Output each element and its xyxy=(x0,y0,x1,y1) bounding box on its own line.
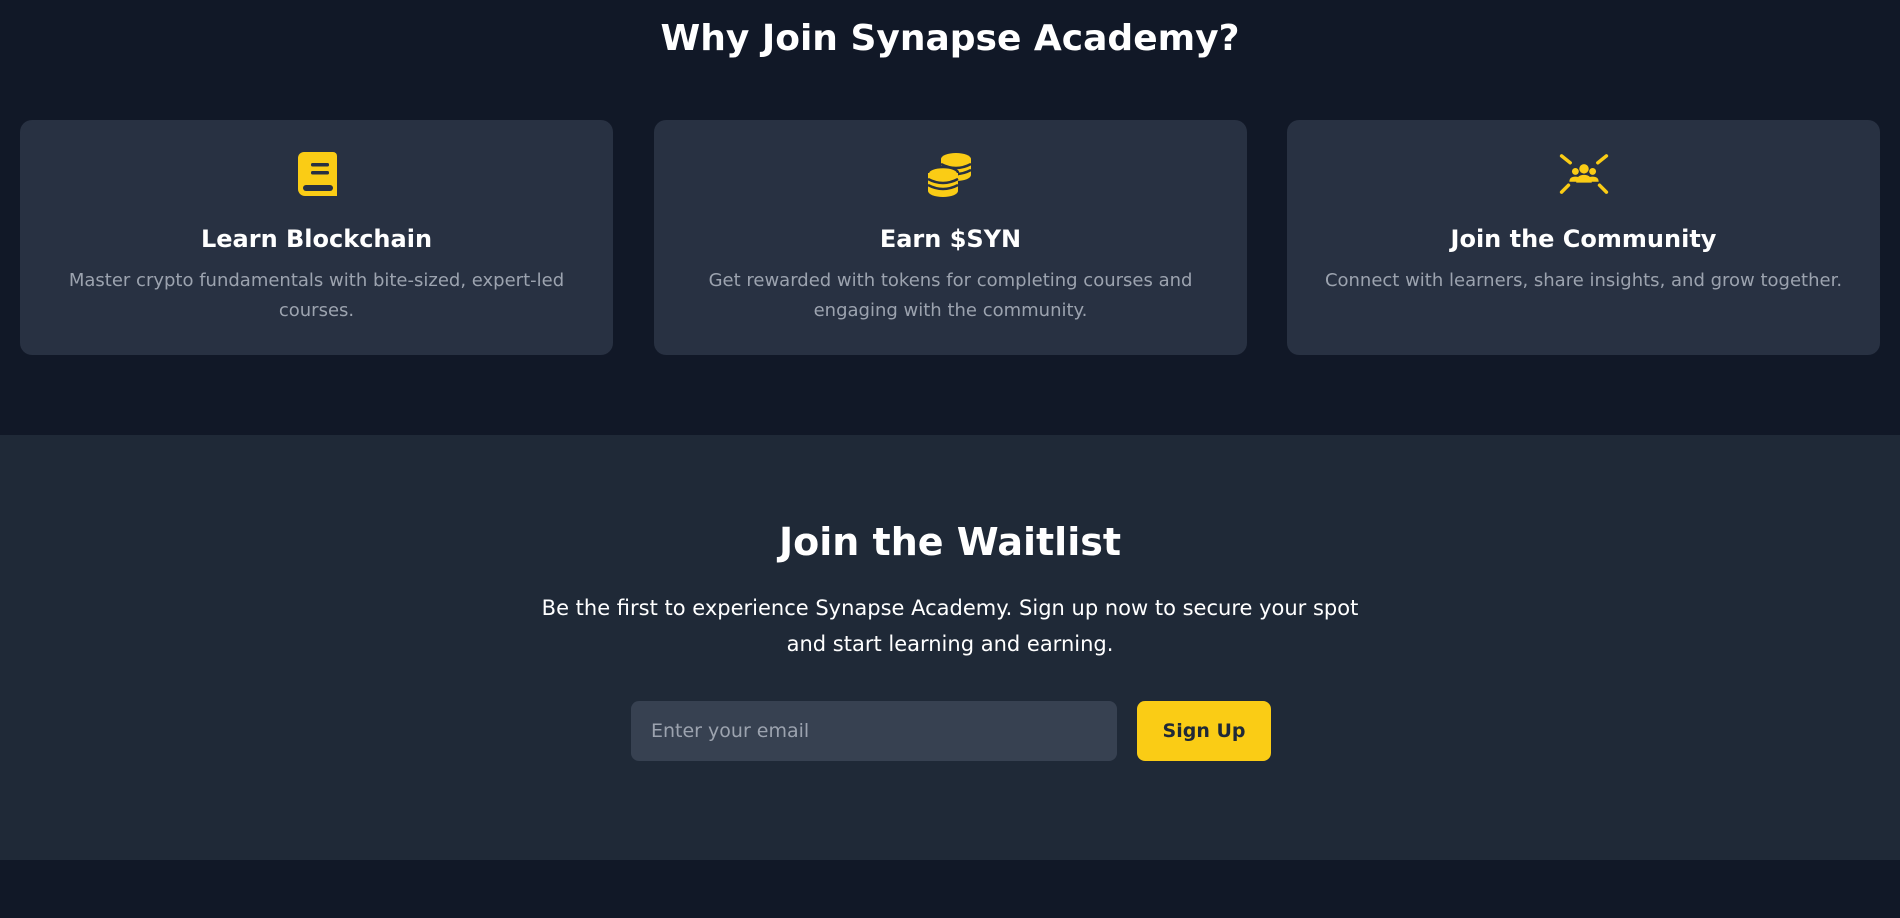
email-input[interactable] xyxy=(631,701,1117,761)
book-icon xyxy=(292,149,342,199)
footer-background xyxy=(0,860,1900,918)
coins-icon xyxy=(926,149,976,199)
feature-card-title: Earn $SYN xyxy=(879,225,1022,253)
feature-card-earn-syn: Earn $SYN Get rewarded with tokens for c… xyxy=(654,120,1247,355)
community-icon xyxy=(1559,149,1609,199)
waitlist-heading: Join the Waitlist xyxy=(779,520,1121,564)
feature-card-learn-blockchain: Learn Blockchain Master crypto fundament… xyxy=(20,120,613,355)
sign-up-button[interactable]: Sign Up xyxy=(1137,701,1271,761)
features-section: Why Join Synapse Academy? Learn Blockcha… xyxy=(0,0,1900,435)
feature-card-description: Master crypto fundamentals with bite-siz… xyxy=(68,270,565,321)
feature-card-description: Connect with learners, share insights, a… xyxy=(1324,270,1843,291)
feature-card-title: Join the Community xyxy=(1450,225,1717,253)
feature-card-description: Get rewarded with tokens for completing … xyxy=(708,270,1193,321)
feature-card-title: Learn Blockchain xyxy=(200,225,433,253)
waitlist-description: Be the first to experience Synapse Acade… xyxy=(541,596,1359,656)
features-heading: Why Join Synapse Academy? xyxy=(660,18,1240,59)
waitlist-section: Join the Waitlist Be the first to experi… xyxy=(0,435,1900,860)
feature-card-join-community: Join the Community Connect with learners… xyxy=(1287,120,1880,355)
